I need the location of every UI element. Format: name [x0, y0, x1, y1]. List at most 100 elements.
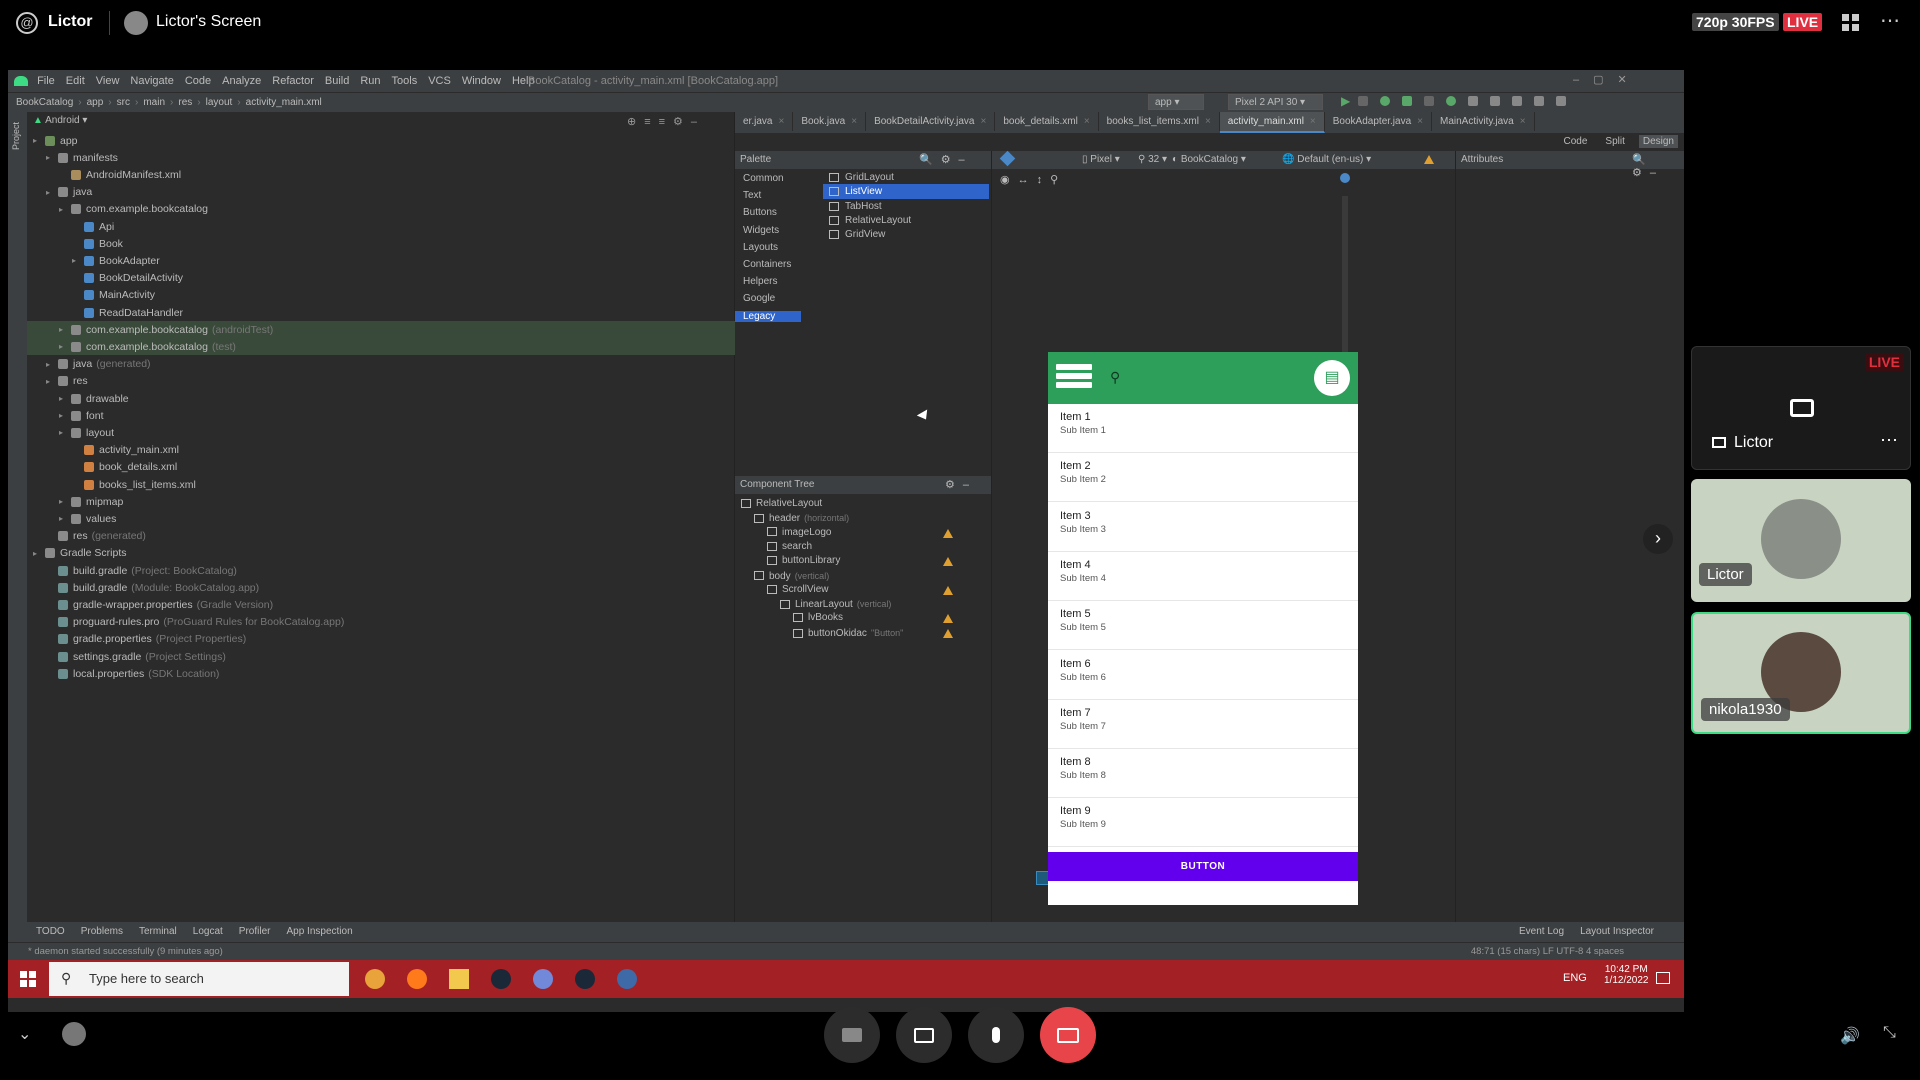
tree-expand-icon[interactable]: ▸ — [59, 325, 71, 334]
breadcrumb-item[interactable]: res — [178, 97, 192, 108]
tree-item[interactable]: build.gradle (Module: BookCatalog.app) — [27, 579, 735, 596]
api-select[interactable]: ⚲ 32 ▾ — [1138, 154, 1167, 165]
preview-list[interactable]: Item 1 Sub Item 1 Item 2 Sub Item 2 Item 3 Su… — [1048, 404, 1358, 852]
info-icon[interactable] — [1340, 173, 1350, 183]
bottom-tool-tab[interactable]: Layout Inspector — [1580, 926, 1654, 937]
menu-item[interactable]: VCS — [428, 75, 451, 87]
editor-tab[interactable]: activity_main.xml × — [1219, 112, 1325, 133]
tree-item[interactable]: books_list_items.xml — [27, 476, 735, 493]
more-options-icon[interactable]: ⋯ — [1880, 8, 1900, 33]
eye-icon[interactable]: ◉↔↕⚲ — [1000, 173, 1066, 186]
menu-item[interactable]: Analyze — [222, 75, 261, 87]
blueprint-icon[interactable] — [999, 150, 1016, 167]
tree-expand-icon[interactable]: ▸ — [46, 360, 58, 369]
list-item[interactable]: Item 2 Sub Item 2 — [1048, 453, 1358, 503]
tree-item[interactable]: ▸ values — [27, 510, 735, 527]
editor-tab[interactable]: books_list_items.xml × — [1099, 112, 1220, 131]
editor-tab[interactable]: er.java × — [735, 112, 794, 131]
list-item[interactable]: Item 1 Sub Item 1 — [1048, 404, 1358, 453]
firefox-icon[interactable] — [407, 969, 427, 989]
close-icon[interactable]: × — [1205, 116, 1211, 127]
editor-tab[interactable]: BookDetailActivity.java × — [866, 112, 996, 131]
list-item[interactable]: Item 9 Sub Item 9 — [1048, 798, 1358, 848]
tree-expand-icon[interactable]: ▸ — [59, 514, 71, 523]
tree-expand-icon[interactable]: ▸ — [46, 188, 58, 197]
tree-item[interactable]: gradle.properties (Project Properties) — [27, 631, 735, 648]
palette-category[interactable]: Widgets — [743, 225, 779, 236]
tree-item[interactable]: gradle-wrapper.properties (Gradle Version… — [27, 596, 735, 613]
breadcrumb-item[interactable]: app — [87, 97, 104, 108]
palette-item[interactable]: TabHost — [823, 199, 989, 214]
tree-item[interactable]: ▸ com.example.bookcatalog (androidTest) — [27, 321, 735, 339]
tree-item[interactable]: ReadDataHandler — [27, 304, 735, 321]
list-item[interactable]: Item 4 Sub Item 4 — [1048, 551, 1358, 601]
palette-category[interactable]: Google — [743, 293, 775, 304]
palette-category[interactable]: Layouts — [743, 242, 778, 253]
library-button-icon[interactable]: ▤ — [1314, 360, 1350, 396]
tree-item[interactable]: ▸ drawable — [27, 390, 735, 407]
tree-item[interactable]: MainActivity — [27, 287, 735, 304]
tree-expand-icon[interactable]: ▸ — [33, 136, 45, 145]
windows-start-icon[interactable] — [20, 971, 36, 987]
bottom-tool-tab[interactable]: Terminal — [139, 926, 177, 937]
bottom-tool-tab[interactable]: Problems — [81, 926, 123, 937]
menu-item[interactable]: Navigate — [130, 75, 173, 87]
run-config-select[interactable]: app ▾ — [1148, 94, 1204, 110]
tree-item[interactable]: book_details.xml — [27, 459, 735, 476]
notification-icon[interactable] — [1656, 972, 1670, 984]
tree-expand-icon[interactable]: ▸ — [59, 394, 71, 403]
bottom-tool-tab[interactable]: Logcat — [193, 926, 223, 937]
tree-item[interactable]: ▸ BookAdapter — [27, 252, 735, 269]
tree-item[interactable]: ▸ layout — [27, 424, 735, 441]
tree-item[interactable]: Book — [27, 235, 735, 252]
breadcrumb-item[interactable]: src — [117, 97, 130, 108]
warning-icon[interactable] — [943, 557, 953, 567]
participant-tile-screen[interactable]: LIVE Lictor ⋯ — [1691, 346, 1911, 470]
menu-item[interactable]: File — [37, 75, 55, 87]
project-view-select[interactable]: ▲ Android ▾ — [33, 115, 87, 126]
close-icon[interactable]: × — [1520, 116, 1526, 127]
palette-item[interactable]: GridView — [823, 227, 989, 242]
list-item[interactable]: Item 8 Sub Item 8 — [1048, 749, 1358, 799]
search-icon[interactable]: ⚲ — [1110, 369, 1120, 386]
menu-item[interactable]: View — [96, 75, 120, 87]
tree-item[interactable]: build.gradle (Project: BookCatalog) — [27, 562, 735, 579]
screen-share-button[interactable] — [896, 1007, 952, 1063]
next-page-chevron-icon[interactable]: › — [1643, 524, 1673, 554]
app-icon[interactable] — [617, 969, 637, 989]
participant-tile[interactable]: Lictor — [1691, 479, 1911, 602]
language-indicator[interactable]: ENG — [1563, 972, 1587, 984]
bottom-tool-tab[interactable]: TODO — [36, 926, 65, 937]
palette-category[interactable]: Containers — [743, 259, 791, 270]
close-icon[interactable]: × — [1417, 116, 1423, 127]
tree-expand-icon[interactable]: ▸ — [59, 428, 71, 437]
tree-expand-icon[interactable]: ▸ — [59, 342, 71, 351]
microphone-button[interactable] — [968, 1007, 1024, 1063]
theme-select[interactable]: ◐ BookCatalog ▾ — [1172, 154, 1246, 165]
leave-call-button[interactable] — [1040, 1007, 1096, 1063]
grid-layout-icon[interactable] — [1842, 14, 1859, 31]
menu-item[interactable]: Window — [462, 75, 501, 87]
tree-expand-icon[interactable]: ▸ — [46, 153, 58, 162]
editor-tab[interactable]: BookAdapter.java × — [1325, 112, 1432, 131]
steam-icon[interactable] — [491, 969, 511, 989]
tree-item[interactable]: ▸ java (generated) — [27, 356, 735, 373]
tree-expand-icon[interactable]: ▸ — [59, 497, 71, 506]
bottom-tool-tab[interactable]: Event Log — [1519, 926, 1564, 937]
tree-item[interactable]: ▸ Gradle Scripts — [27, 545, 735, 562]
chrome-icon[interactable] — [365, 969, 385, 989]
discord-icon[interactable] — [533, 969, 553, 989]
breadcrumb-item[interactable]: main — [143, 97, 165, 108]
warning-icon[interactable] — [943, 528, 953, 538]
camera-toggle-button[interactable] — [824, 1007, 880, 1063]
view-mode-design[interactable]: Design — [1638, 135, 1678, 148]
tree-item[interactable]: res (generated) — [27, 528, 735, 545]
tree-item[interactable]: ▸ manifests — [27, 149, 735, 166]
tile-more-icon[interactable]: ⋯ — [1880, 430, 1898, 451]
file-explorer-icon[interactable] — [449, 969, 469, 989]
palette-category[interactable]: Legacy — [735, 310, 801, 322]
tree-expand-icon[interactable]: ▸ — [59, 411, 71, 420]
warning-icon[interactable] — [943, 628, 953, 638]
editor-tab[interactable]: MainActivity.java × — [1432, 112, 1535, 131]
tree-item[interactable]: ▸ com.example.bookcatalog (test) — [27, 338, 735, 356]
